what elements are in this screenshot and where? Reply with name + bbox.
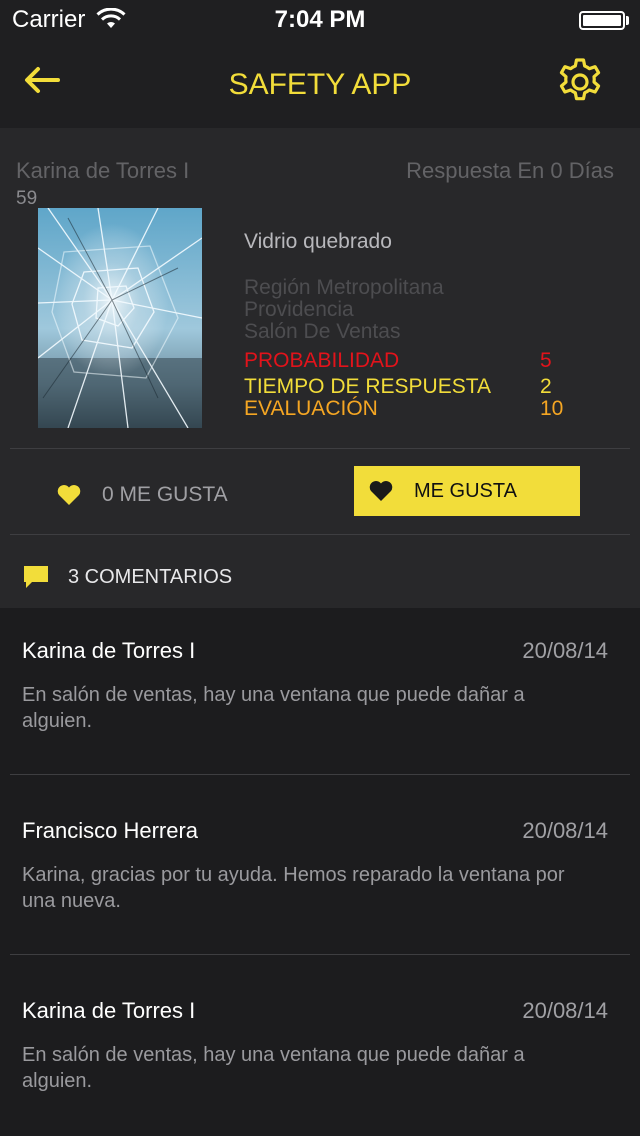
- metric-value-evaluacion: 10: [540, 397, 564, 420]
- metric-value-probabilidad: 5: [540, 349, 552, 372]
- like-button[interactable]: ME GUSTA: [354, 466, 580, 516]
- likes-count-label: 0 ME GUSTA: [102, 483, 228, 506]
- response-time-label: Respuesta En 0 Días: [406, 158, 614, 183]
- heart-icon: [369, 481, 393, 501]
- metric-label-tiempo-respuesta: TIEMPO DE RESPUESTA: [244, 375, 491, 398]
- likes-counter: 0 ME GUSTA: [56, 483, 228, 507]
- navigation-bar: Carrier 7:04 PM SAFETY APP: [0, 0, 640, 128]
- comment-text: Karina, gracias por tu ayuda. Hemos repa…: [22, 864, 565, 912]
- comment-item: Karina de Torres I 20/08/14 En salón de …: [0, 608, 640, 774]
- comment-text: En salón de ventas, hay una ventana que …: [22, 684, 525, 732]
- metric-label-probabilidad: PROBABILIDAD: [244, 349, 400, 372]
- location-commune: Providencia: [244, 298, 354, 321]
- location-area: Salón De Ventas: [244, 320, 401, 343]
- report-card: Karina de Torres I 59 Respuesta En 0 Día…: [0, 128, 640, 608]
- page-title: SAFETY APP: [228, 68, 412, 101]
- battery-tip: [626, 16, 629, 25]
- reporter-name: Karina de Torres I: [16, 158, 190, 183]
- comments-header: 3 COMENTARIOS: [22, 564, 232, 590]
- like-button-label: ME GUSTA: [414, 479, 517, 502]
- gear-icon[interactable]: [554, 56, 606, 108]
- comment-date: 20/08/14: [522, 998, 608, 1023]
- comment-text: En salón de ventas, hay una ventana que …: [22, 1044, 525, 1092]
- comment-date: 20/08/14: [522, 818, 608, 843]
- comment-author: Francisco Herrera: [22, 818, 199, 843]
- comment-author: Karina de Torres I: [22, 638, 196, 663]
- metric-value-tiempo-respuesta: 2: [540, 375, 552, 398]
- metric-label-evaluacion: EVALUACIÓN: [244, 397, 378, 420]
- reporter-count: 59: [16, 188, 38, 209]
- divider: [10, 534, 630, 535]
- heart-icon: [57, 485, 81, 505]
- location-region: Región Metropolitana: [244, 276, 444, 299]
- comment-item: Karina de Torres I 20/08/14 En salón de …: [0, 968, 640, 1134]
- incident-title: Vidrio quebrado: [244, 230, 392, 253]
- comment-author: Karina de Torres I: [22, 998, 196, 1023]
- divider: [10, 954, 630, 955]
- comments-count-label: 3 COMENTARIOS: [68, 565, 233, 588]
- divider: [10, 448, 630, 449]
- incident-photo[interactable]: [38, 208, 202, 428]
- divider: [10, 774, 630, 775]
- battery-icon: [579, 11, 625, 30]
- clock: 7:04 PM: [274, 6, 366, 33]
- comment-item: Francisco Herrera 20/08/14 Karina, graci…: [0, 788, 640, 954]
- comment-bubble-icon: [24, 566, 48, 588]
- comment-date: 20/08/14: [522, 638, 608, 663]
